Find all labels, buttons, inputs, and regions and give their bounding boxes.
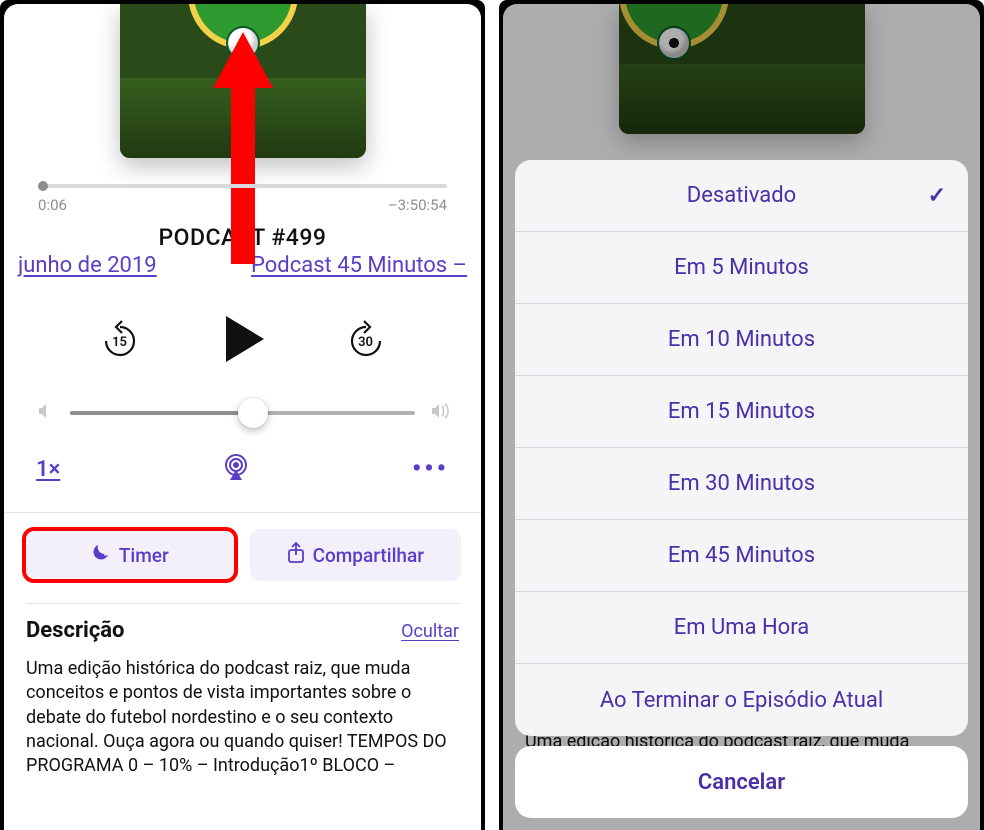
time-remaining: –3:50:54	[388, 196, 447, 214]
cancel-button[interactable]: Cancelar	[515, 746, 968, 818]
timer-option-10min[interactable]: Em 10 Minutos	[515, 304, 968, 376]
timer-option-disabled[interactable]: Desativado ✓	[515, 160, 968, 232]
episode-artwork[interactable]	[120, 4, 366, 158]
description-heading: Descrição	[26, 618, 124, 643]
phone-left-player: 0:06 –3:50:54 PODCAST #499 junho de 2019…	[0, 0, 485, 830]
timer-option-30min[interactable]: Em 30 Minutos	[515, 448, 968, 520]
playback-speed-button[interactable]: 1×	[36, 457, 60, 482]
timer-option-label: Em 30 Minutos	[668, 471, 815, 496]
timer-option-label: Em Uma Hora	[674, 615, 809, 640]
volume-low-icon	[36, 402, 56, 424]
timer-label: Timer	[119, 544, 169, 567]
timer-options-list: Desativado ✓ Em 5 Minutos Em 10 Minutos …	[515, 160, 968, 736]
player-sheet-bg: Uma edição histórica do podcast raiz, qu…	[503, 4, 980, 830]
time-elapsed: 0:06	[38, 196, 67, 214]
show-name-link[interactable]: Podcast 45 Minutos –	[251, 253, 467, 278]
moon-icon	[91, 543, 111, 568]
more-button[interactable]: •••	[412, 454, 449, 484]
player-sheet: 0:06 –3:50:54 PODCAST #499 junho de 2019…	[4, 4, 481, 830]
cancel-label: Cancelar	[698, 770, 785, 795]
timer-option-45min[interactable]: Em 45 Minutos	[515, 520, 968, 592]
check-icon: ✓	[928, 183, 946, 208]
timer-option-end-episode[interactable]: Ao Terminar o Episódio Atual	[515, 664, 968, 736]
timer-option-label: Em 10 Minutos	[668, 327, 815, 352]
timer-option-label: Desativado	[687, 183, 796, 208]
skip-back-label: 15	[98, 321, 142, 363]
episode-date-link[interactable]: junho de 2019	[18, 253, 157, 278]
timer-option-1hr[interactable]: Em Uma Hora	[515, 592, 968, 664]
timer-action-sheet: Desativado ✓ Em 5 Minutos Em 10 Minutos …	[515, 160, 968, 818]
phone-right-timer-sheet: Uma edição histórica do podcast raiz, qu…	[499, 0, 984, 830]
timer-option-label: Em 45 Minutos	[668, 543, 815, 568]
timer-option-5min[interactable]: Em 5 Minutos	[515, 232, 968, 304]
sleep-timer-button[interactable]: Timer	[24, 529, 236, 581]
hide-description-link[interactable]: Ocultar	[401, 621, 459, 642]
skip-fwd-label: 30	[344, 321, 388, 363]
progress-slider[interactable]	[38, 184, 447, 188]
skip-forward-button[interactable]: 30	[344, 319, 388, 363]
episode-title: PODCAST #499	[4, 224, 481, 251]
timer-option-label: Em 15 Minutos	[668, 399, 815, 424]
skip-back-button[interactable]: 15	[98, 319, 142, 363]
volume-slider[interactable]	[70, 411, 415, 415]
timer-option-label: Em 5 Minutos	[674, 255, 809, 280]
timer-option-15min[interactable]: Em 15 Minutos	[515, 376, 968, 448]
volume-high-icon	[429, 402, 449, 424]
timer-option-label: Ao Terminar o Episódio Atual	[600, 688, 883, 713]
share-button[interactable]: Compartilhar	[250, 529, 462, 581]
airplay-button[interactable]	[221, 452, 251, 486]
share-icon	[287, 542, 305, 569]
share-label: Compartilhar	[313, 544, 424, 567]
play-button[interactable]	[216, 312, 270, 370]
description-body: Uma edição histórica do podcast raiz, qu…	[26, 657, 459, 784]
